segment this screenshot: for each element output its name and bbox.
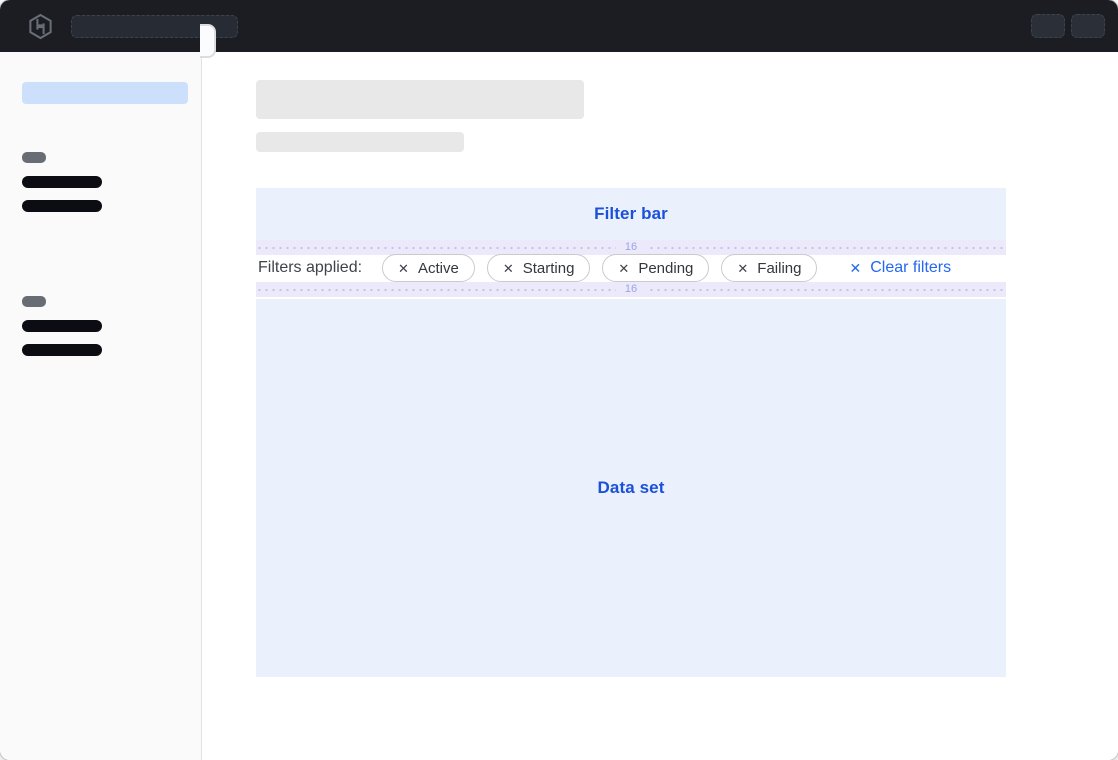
app-window: Filter bar 16 Filters applied: ✕ Active … (0, 0, 1118, 760)
sidebar (0, 52, 202, 760)
filter-pill-label: Pending (638, 260, 693, 277)
filter-bar-label: Filter bar (594, 204, 668, 224)
spacing-indicator-bottom: 16 (256, 282, 1006, 297)
filter-pill-label: Active (418, 260, 459, 277)
sidebar-item-2[interactable] (22, 200, 102, 212)
applied-filters-row: Filters applied: ✕ Active ✕ Starting ✕ P… (256, 254, 1006, 282)
topbar-actions (1031, 14, 1105, 38)
data-set-label: Data set (598, 478, 665, 498)
clear-filters-link[interactable]: ✕ Clear filters (849, 259, 951, 277)
sidebar-active-item[interactable] (22, 82, 188, 104)
filter-pill-pending[interactable]: ✕ Pending (602, 254, 709, 282)
top-navigation-bar (0, 0, 1118, 52)
filter-bar-region: Filter bar (256, 188, 1006, 240)
data-set-region: Data set (256, 299, 1006, 677)
topbar-button-2[interactable] (1071, 14, 1105, 38)
filter-pill-label: Failing (757, 260, 801, 277)
page-subtitle-placeholder (256, 132, 464, 152)
spacing-value: 16 (616, 282, 646, 297)
sidebar-item-1[interactable] (22, 176, 102, 188)
sidebar-section-label-1 (22, 152, 46, 163)
topbar-button-1[interactable] (1031, 14, 1065, 38)
filter-pill-failing[interactable]: ✕ Failing (721, 254, 817, 282)
close-icon[interactable]: ✕ (737, 262, 748, 275)
close-icon[interactable]: ✕ (503, 262, 514, 275)
sidebar-item-3[interactable] (22, 320, 102, 332)
close-icon[interactable]: ✕ (618, 262, 629, 275)
hashicorp-logo-icon (27, 13, 54, 40)
spacing-indicator-top: 16 (256, 240, 1006, 255)
main-content: Filter bar 16 Filters applied: ✕ Active … (202, 52, 1118, 760)
page-title-placeholder (256, 80, 584, 119)
close-icon[interactable]: ✕ (398, 262, 409, 275)
spacing-value: 16 (616, 240, 646, 255)
filters-applied-label: Filters applied: (258, 259, 362, 277)
close-icon: ✕ (849, 261, 861, 275)
sidebar-section-label-2 (22, 296, 46, 307)
filter-pill-starting[interactable]: ✕ Starting (487, 254, 591, 282)
sidebar-item-4[interactable] (22, 344, 102, 356)
sidebar-collapse-handle[interactable] (200, 24, 216, 58)
clear-filters-label: Clear filters (870, 259, 951, 277)
filter-pill-active[interactable]: ✕ Active (382, 254, 475, 282)
filter-pill-label: Starting (523, 260, 575, 277)
